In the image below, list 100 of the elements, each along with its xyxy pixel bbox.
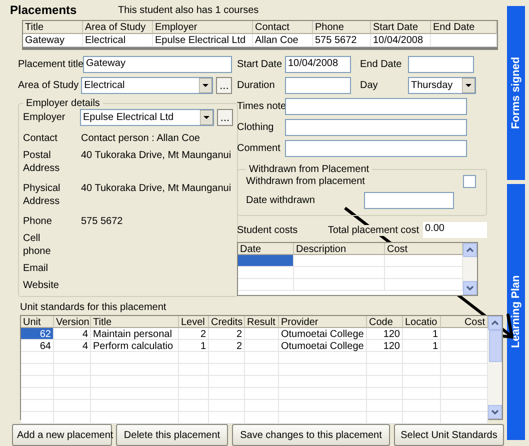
table-cell[interactable]: 4	[54, 328, 91, 340]
table-cell[interactable]	[294, 255, 385, 267]
table-cell[interactable]	[209, 352, 245, 364]
table-cell[interactable]	[209, 388, 245, 400]
clothing-field[interactable]	[285, 119, 467, 136]
column-header[interactable]: Cost	[385, 243, 463, 255]
column-header[interactable]: Unit	[21, 316, 54, 328]
table-cell[interactable]	[441, 352, 488, 364]
action-button[interactable]: Add a new placement	[12, 424, 112, 446]
table-cell[interactable]	[245, 364, 279, 376]
table-cell[interactable]	[367, 376, 403, 388]
table-cell[interactable]: Allan Coe	[253, 34, 313, 47]
table-cell[interactable]	[21, 364, 54, 376]
column-header[interactable]: Version	[54, 316, 91, 328]
scroll-thumb[interactable]	[488, 330, 502, 362]
table-cell[interactable]: 120	[367, 340, 403, 352]
column-header[interactable]: Level	[179, 316, 209, 328]
table-cell[interactable]	[179, 412, 209, 424]
dropdown-arrow-icon[interactable]	[200, 110, 213, 125]
browse-button[interactable]: ...	[216, 77, 232, 94]
table-cell[interactable]	[441, 364, 488, 376]
table-cell[interactable]	[54, 376, 91, 388]
table-cell[interactable]	[54, 388, 91, 400]
column-header[interactable]: Description	[294, 243, 385, 255]
column-header[interactable]: Start Date	[371, 21, 431, 34]
table-cell[interactable]	[54, 400, 91, 412]
table-cell[interactable]	[279, 412, 367, 424]
table-cell[interactable]	[441, 376, 488, 388]
table-cell[interactable]: 1	[179, 340, 209, 352]
column-header[interactable]: Result	[245, 316, 279, 328]
table-cell[interactable]	[245, 388, 279, 400]
table-cell[interactable]: 2	[209, 340, 245, 352]
table-cell[interactable]	[441, 388, 488, 400]
side-tab[interactable]: Forms signed	[507, 6, 525, 180]
table-cell[interactable]	[21, 376, 54, 388]
table-cell[interactable]: Otumoetai College	[279, 340, 367, 352]
table-cell[interactable]	[91, 352, 179, 364]
employer-dropdown[interactable]: Epulse Electrical Ltd	[80, 109, 214, 126]
table-cell[interactable]	[179, 376, 209, 388]
table-cell[interactable]: 120	[367, 328, 403, 340]
column-header[interactable]: End Date	[431, 21, 497, 34]
table-cell[interactable]	[21, 400, 54, 412]
table-cell[interactable]	[179, 400, 209, 412]
dropdown-arrow-icon[interactable]	[462, 78, 475, 93]
table-cell[interactable]	[367, 364, 403, 376]
column-header[interactable]: Code	[367, 316, 403, 328]
table-cell[interactable]: Otumoetai College	[279, 328, 367, 340]
table-cell[interactable]	[385, 255, 463, 267]
column-header[interactable]: Phone	[313, 21, 371, 34]
table-cell[interactable]	[21, 412, 54, 424]
scroll-up-icon[interactable]	[488, 316, 502, 330]
times-note-field[interactable]	[285, 98, 467, 115]
day-dropdown[interactable]: Thursday	[408, 77, 476, 94]
scroll-up-icon[interactable]	[463, 243, 477, 257]
table-cell[interactable]	[54, 412, 91, 424]
table-cell[interactable]	[441, 412, 488, 424]
table-cell[interactable]: Gateway	[23, 34, 83, 47]
table-cell[interactable]	[245, 352, 279, 364]
table-cell[interactable]: 1	[403, 328, 441, 340]
table-cell[interactable]: Electrical	[83, 34, 153, 47]
table-cell[interactable]	[294, 279, 385, 291]
table-cell[interactable]	[179, 388, 209, 400]
table-cell[interactable]	[441, 400, 488, 412]
table-cell[interactable]	[245, 400, 279, 412]
table-cell[interactable]: Epulse Electrical Ltd	[153, 34, 253, 47]
scrollbar[interactable]	[488, 316, 502, 419]
table-cell[interactable]	[91, 388, 179, 400]
scrollbar[interactable]	[463, 243, 477, 295]
table-cell[interactable]	[179, 364, 209, 376]
column-header[interactable]: Locatio	[403, 316, 441, 328]
table-cell[interactable]	[403, 364, 441, 376]
table-cell[interactable]	[245, 340, 279, 352]
table-cell[interactable]	[91, 412, 179, 424]
table-cell[interactable]	[209, 412, 245, 424]
action-button[interactable]: Delete this placement	[116, 424, 228, 446]
table-cell[interactable]	[367, 388, 403, 400]
column-header[interactable]: Title	[91, 316, 179, 328]
table-cell[interactable]	[91, 400, 179, 412]
table-cell[interactable]: 62	[21, 328, 54, 340]
table-cell[interactable]: 1	[403, 340, 441, 352]
table-cell[interactable]	[403, 400, 441, 412]
table-cell[interactable]: Perform calculatio	[91, 340, 179, 352]
comment-field[interactable]	[285, 140, 467, 157]
table-cell[interactable]	[238, 267, 294, 279]
column-header[interactable]: Title	[23, 21, 83, 34]
action-button[interactable]: Save changes to this placement	[232, 424, 390, 446]
table-cell[interactable]: 10/04/2008	[371, 34, 431, 47]
table-cell[interactable]	[441, 328, 488, 340]
column-header[interactable]: Provider	[279, 316, 367, 328]
table-cell[interactable]	[209, 400, 245, 412]
table-cell[interactable]	[238, 255, 294, 267]
column-header[interactable]: Cost	[441, 316, 488, 328]
table-cell[interactable]	[279, 400, 367, 412]
table-cell[interactable]	[245, 376, 279, 388]
table-cell[interactable]: 2	[179, 328, 209, 340]
table-cell[interactable]	[385, 279, 463, 291]
table-cell[interactable]	[54, 364, 91, 376]
table-cell[interactable]	[91, 364, 179, 376]
table-cell[interactable]: 575 5672	[313, 34, 371, 47]
table-cell[interactable]	[279, 376, 367, 388]
